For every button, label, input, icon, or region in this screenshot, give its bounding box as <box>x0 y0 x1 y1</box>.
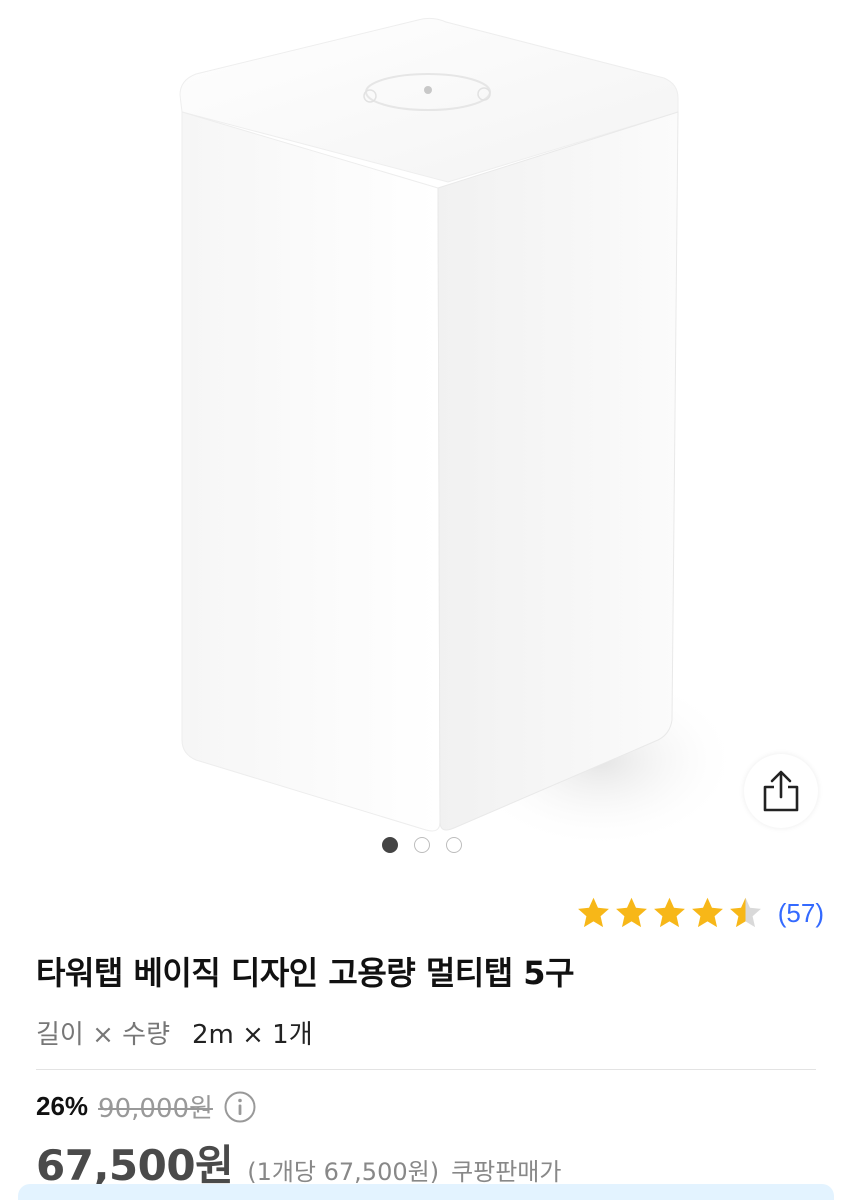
product-image[interactable] <box>0 0 852 870</box>
star-icon <box>615 897 647 928</box>
seller-price-type: 쿠팡판매가 <box>451 1158 562 1186</box>
star-icon <box>729 897 761 928</box>
image-pagination <box>382 837 462 853</box>
info-icon[interactable] <box>223 1090 257 1124</box>
rating-summary[interactable]: (57) <box>575 895 824 932</box>
pagination-dot[interactable] <box>382 837 398 853</box>
product-detail-page: (57) 타워탭 베이직 디자인 고용량 멀티탭 5구 길이 × 수량 2m ×… <box>0 0 852 1200</box>
divider <box>36 1069 816 1070</box>
original-price: 90,000원 <box>98 1094 213 1124</box>
product-image-gallery[interactable] <box>0 0 852 870</box>
product-title: 타워탭 베이직 디자인 고용량 멀티탭 5구 <box>36 954 575 992</box>
discount-rate: 26% <box>36 1091 89 1121</box>
discount-info: 26% 90,000원 <box>36 1088 257 1125</box>
star-icon <box>653 897 685 928</box>
star-icon <box>691 897 723 928</box>
share-button[interactable] <box>744 754 818 828</box>
review-count-link[interactable]: (57) <box>778 898 824 929</box>
unit-price: (1개당 67,500원) <box>247 1158 440 1186</box>
promo-banner[interactable] <box>18 1184 834 1200</box>
option-value: 2m × 1개 <box>192 1020 313 1050</box>
pagination-dot[interactable] <box>446 837 462 853</box>
selected-option[interactable]: 길이 × 수량 2m × 1개 <box>36 1014 313 1051</box>
share-icon <box>763 770 799 812</box>
star-rating <box>575 895 764 932</box>
option-label: 길이 × 수량 <box>36 1020 170 1050</box>
pagination-dot[interactable] <box>414 837 430 853</box>
star-icon <box>577 897 609 928</box>
